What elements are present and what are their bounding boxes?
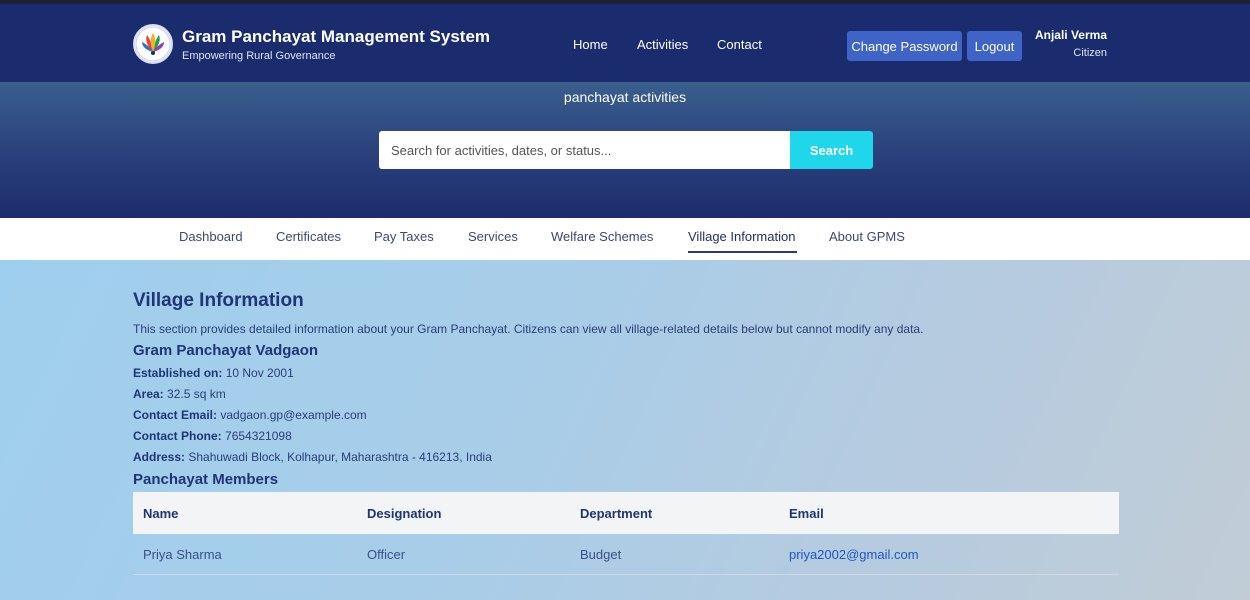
logout-button[interactable]: Logout [967,31,1022,61]
table-row: Priya Sharma Officer Budget priya2002@gm… [133,534,1119,575]
section-tabs: Dashboard Certificates Pay Taxes Service… [0,218,1250,260]
column-header-designation: Designation [367,506,442,521]
tab-about-gpms[interactable]: About GPMS [829,229,905,244]
search-input[interactable] [379,131,790,169]
member-email-link[interactable]: priya2002@gmail.com [789,547,919,562]
user-role: Citizen [1073,47,1107,59]
area-value: 32.5 sq km [167,387,226,401]
change-password-button[interactable]: Change Password [847,31,962,61]
tab-certificates[interactable]: Certificates [276,229,341,244]
address-value: Shahuwadi Block, Kolhapur, Maharashtra -… [188,450,492,464]
contact-phone-value: 7654321098 [225,429,292,443]
contact-email-label: Contact Email: [133,408,218,422]
column-header-email: Email [789,506,824,521]
brand-title[interactable]: Gram Panchayat Management System [182,27,490,47]
nav-home-link[interactable]: Home [573,37,608,52]
gram-panchayat-logo-icon[interactable] [133,24,173,64]
address-label: Address: [133,450,186,464]
established-value: 10 Nov 2001 [225,366,294,380]
member-department: Budget [580,547,622,562]
area-label: Area: [133,387,164,401]
village-information-section: Village Information This section provide… [0,260,1250,600]
contact-email-value: vadgaon.gp@example.com [220,408,367,422]
members-table: Name Designation Department Email Priya … [133,492,1119,575]
nav-contact-link[interactable]: Contact [717,37,762,52]
member-designation: Officer [367,547,406,562]
user-name: Anjali Verma [1034,28,1107,42]
hero-title: panchayat activities [563,89,687,105]
section-title: Village Information [133,290,304,311]
brand-subtitle: Empowering Rural Governance [182,50,336,62]
contact-email-info: Contact Email: vadgaon.gp@example.com [133,408,367,422]
hero-search-banner: panchayat activities Search [0,82,1250,218]
members-title: Panchayat Members [133,471,279,488]
tab-services[interactable]: Services [468,229,518,244]
tab-dashboard[interactable]: Dashboard [179,229,243,244]
member-name: Priya Sharma [143,547,222,562]
search-button[interactable]: Search [790,131,873,169]
section-description: This section provides detailed informati… [133,322,924,336]
established-info: Established on: 10 Nov 2001 [133,366,294,380]
column-header-name: Name [143,506,179,521]
area-info: Area: 32.5 sq km [133,387,226,401]
tab-pay-taxes[interactable]: Pay Taxes [374,229,434,244]
column-header-department: Department [580,506,653,521]
gram-panchayat-name: Gram Panchayat Vadgaon [133,342,319,359]
tab-village-information[interactable]: Village Information [688,229,795,244]
tab-welfare-schemes[interactable]: Welfare Schemes [551,229,653,244]
established-label: Established on: [133,366,223,380]
contact-phone-info: Contact Phone: 7654321098 [133,429,292,443]
nav-activities-link[interactable]: Activities [637,37,688,52]
contact-phone-label: Contact Phone: [133,429,222,443]
address-info: Address: Shahuwadi Block, Kolhapur, Maha… [133,450,492,464]
members-table-header: Name Designation Department Email [133,492,1119,534]
top-navbar: Gram Panchayat Management System Empower… [0,4,1250,82]
active-tab-underline [688,251,797,253]
